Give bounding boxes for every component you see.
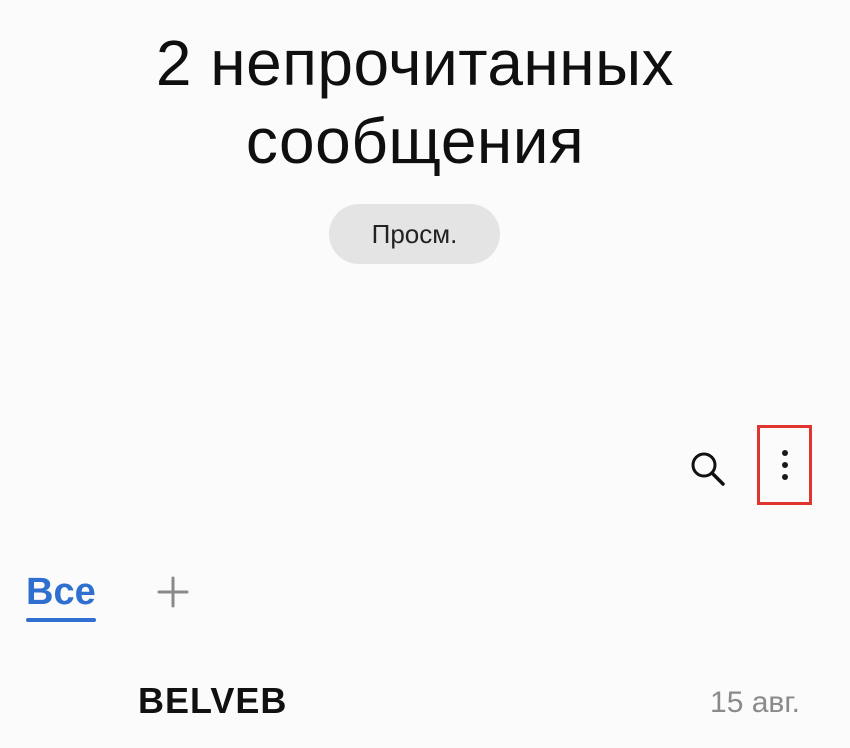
conversation-list-item[interactable]: BELVEB 15 авг. [0, 668, 850, 748]
more-options-button[interactable] [757, 425, 812, 505]
plus-icon [157, 576, 189, 608]
view-button[interactable]: Просм. [329, 204, 500, 264]
conversation-sender: BELVEB [138, 680, 288, 721]
search-icon[interactable] [688, 449, 728, 489]
more-vertical-icon [780, 450, 790, 486]
page-title: 2 непрочитанных сообщения [0, 24, 830, 180]
page-title-line-2: сообщения [245, 105, 585, 177]
add-tab-button[interactable] [155, 574, 191, 610]
search-icon-graphic [691, 452, 725, 486]
tab-active-indicator [26, 618, 96, 622]
tab-all-label: Все [26, 571, 96, 613]
tab-all[interactable]: Все [26, 570, 96, 622]
conversation-date: 15 авг. [710, 686, 800, 719]
page-title-line-1: 2 непрочитанных [155, 27, 675, 99]
